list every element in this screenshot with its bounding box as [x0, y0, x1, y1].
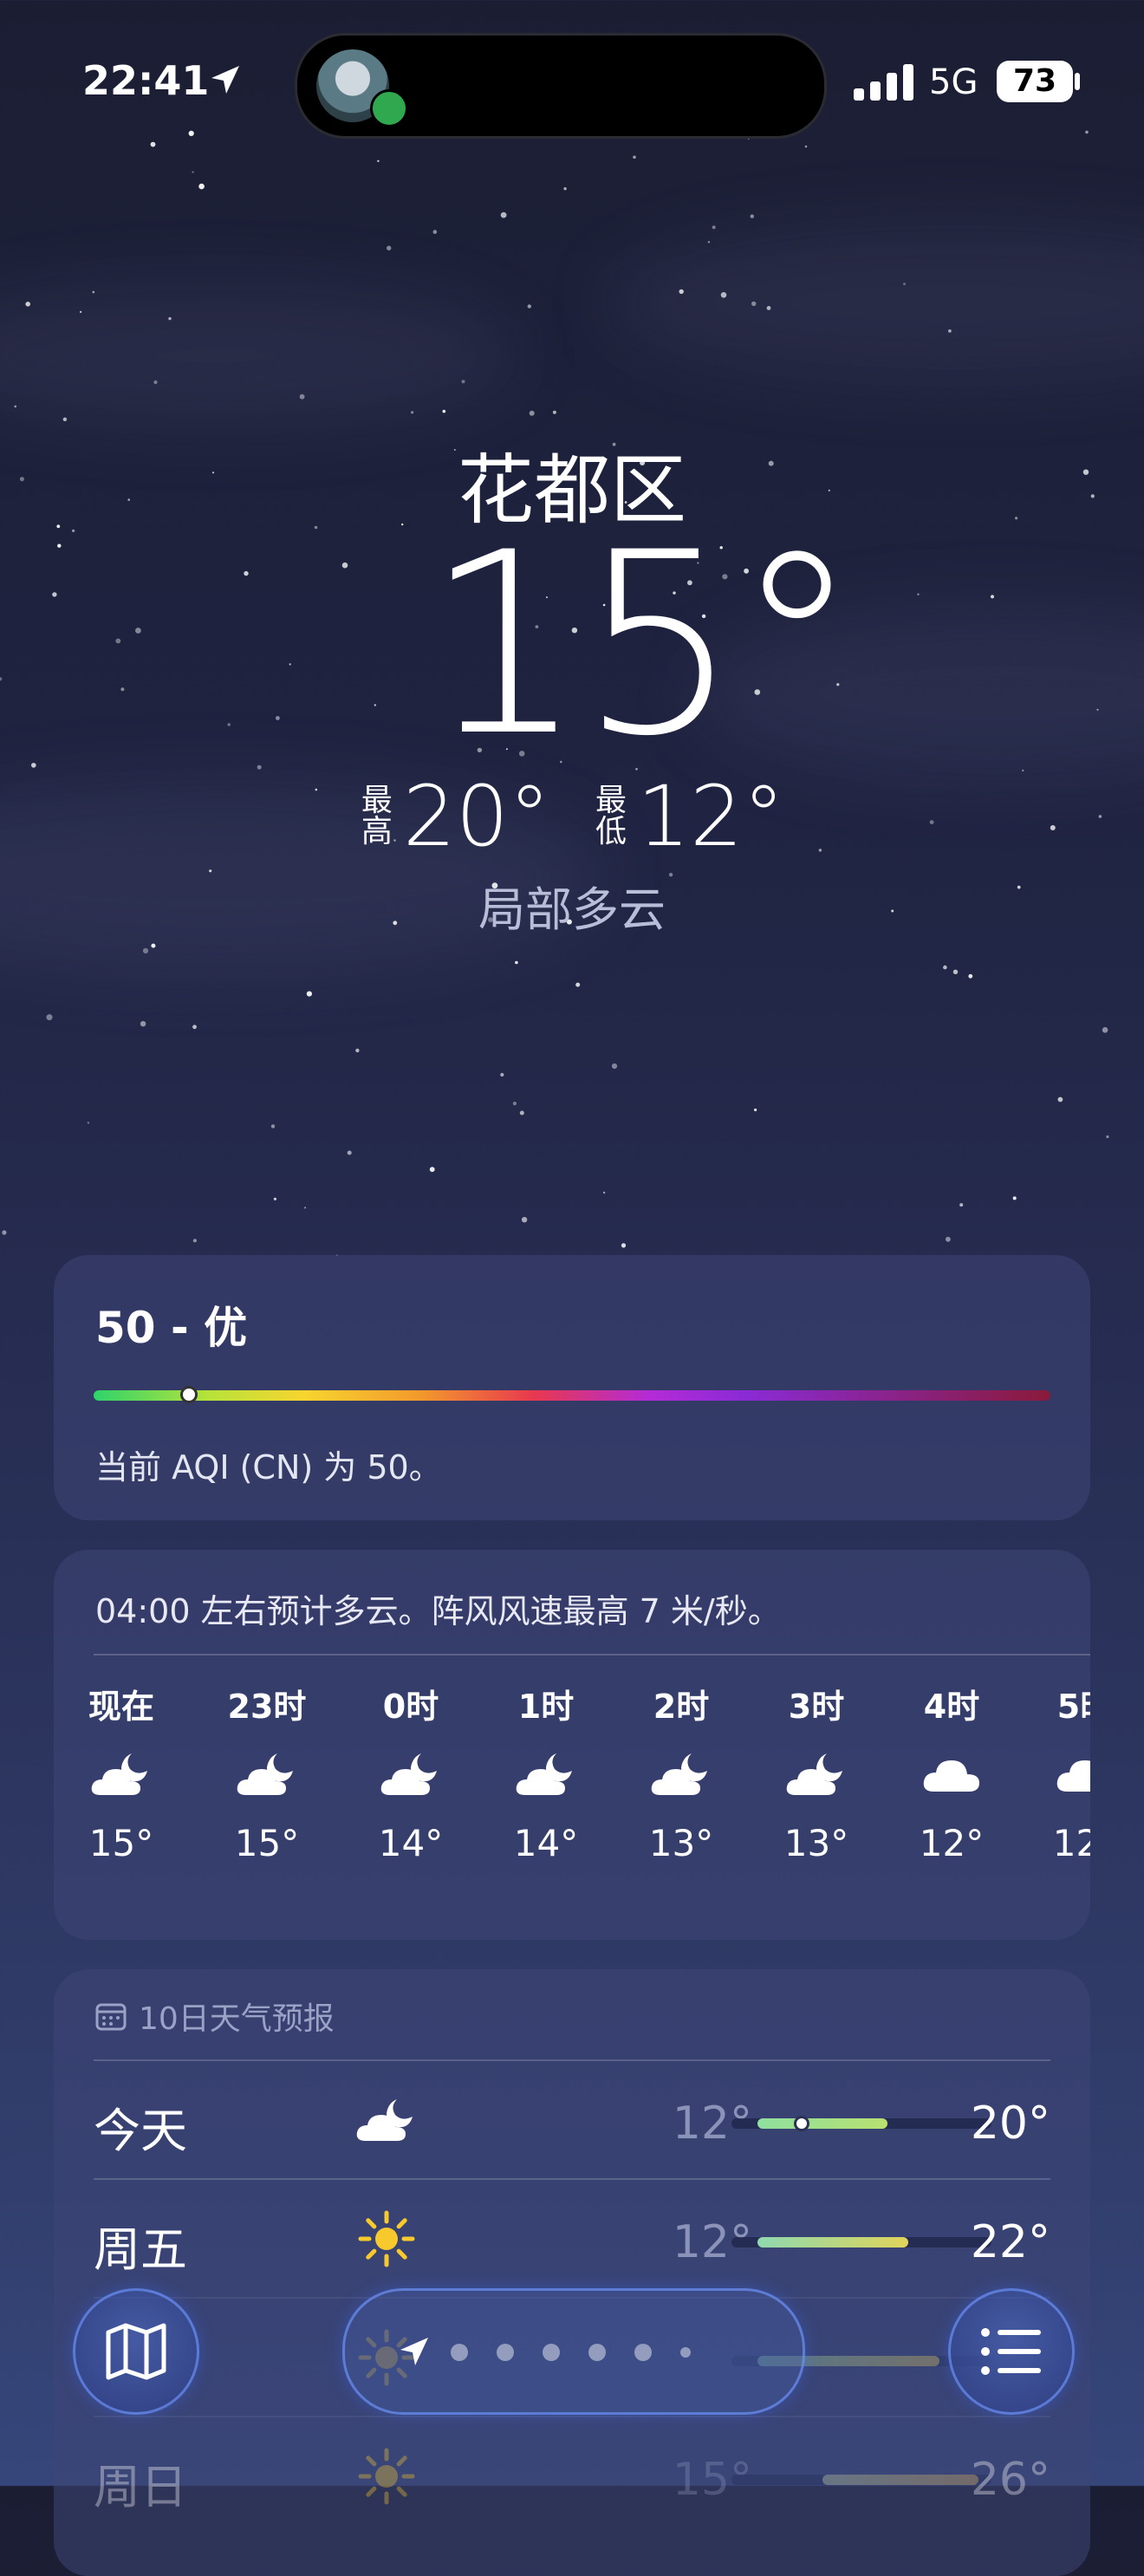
hour-label: 23时 — [227, 1688, 307, 1726]
city-list-button[interactable] — [948, 2288, 1075, 2415]
sun-icon — [358, 2210, 415, 2267]
location-arrow-icon — [211, 66, 239, 94]
temperature-range-bar — [731, 2237, 991, 2247]
hour-item: 4时 12° — [884, 1680, 1019, 1864]
live-activity-badge-icon — [370, 89, 408, 127]
hourly-summary: 04:00 左右预计多云。阵风风速最高 7 米/秒。 — [95, 1592, 781, 1630]
high-low: 最高 20° 最低 12° — [0, 768, 1144, 865]
day-name: 周五 — [94, 2222, 187, 2277]
list-icon — [981, 2328, 1041, 2375]
hour-item: 23时 15° — [199, 1680, 335, 1864]
map-icon — [106, 2323, 166, 2380]
high-label: 最高 — [361, 783, 393, 849]
hour-label: 5时 — [1056, 1688, 1090, 1726]
temperature-range-fill — [757, 2237, 908, 2247]
dynamic-island[interactable] — [295, 33, 827, 139]
cloud-icon — [1056, 1760, 1090, 1792]
forecast-day-row[interactable]: 周日 15° 26° — [94, 2416, 1050, 2535]
page-dot[interactable] — [634, 2344, 652, 2361]
hour-label: 现在 — [88, 1688, 154, 1726]
page-indicator[interactable] — [342, 2288, 805, 2415]
day-name: 周日 — [94, 2460, 187, 2514]
aqi-indicator — [180, 1386, 198, 1403]
network-type: 5G — [929, 62, 978, 102]
day-low: 15° — [672, 2454, 752, 2506]
low-label: 最低 — [595, 783, 627, 849]
aqi-scale-bar — [94, 1386, 1050, 1403]
ten-day-forecast-card[interactable]: 10日天气预报 今天 12° 20° 周五 12° 22° 周日 15° 26° — [54, 1969, 1090, 2576]
cloud-moon-icon — [516, 1753, 572, 1795]
hour-label: 3时 — [788, 1688, 845, 1726]
temperature-range-fill — [757, 2118, 887, 2129]
temperature-range-bar — [731, 2116, 991, 2131]
day-high: 26° — [970, 2454, 1050, 2506]
cloud-moon-icon — [651, 1753, 707, 1795]
forecast-day-row[interactable]: 今天 12° 20° — [94, 2059, 1050, 2179]
hour-temperature: 14° — [513, 1822, 579, 1864]
hour-label: 4时 — [923, 1688, 980, 1726]
cloud-moon-icon — [380, 1753, 437, 1795]
hour-temperature: 15° — [234, 1822, 300, 1864]
calendar-icon — [95, 2003, 127, 2031]
page-dot[interactable] — [588, 2344, 606, 2361]
cloud-moon-icon — [91, 1753, 147, 1795]
current-location-page-icon — [400, 2338, 428, 2365]
day-name: 今天 — [94, 2104, 187, 2158]
hour-temperature: 15° — [88, 1822, 154, 1864]
battery-icon — [1075, 73, 1080, 90]
hour-item: 3时 13° — [749, 1680, 884, 1864]
aqi-description: 当前 AQI (CN) 为 50。 — [95, 1448, 442, 1486]
map-button[interactable] — [73, 2288, 199, 2415]
status-time: 22:41 — [82, 57, 210, 104]
day-high: 22° — [970, 2216, 1050, 2268]
day-high: 20° — [970, 2098, 1050, 2150]
day-low: 12° — [672, 2216, 752, 2268]
hourly-forecast-card[interactable]: 04:00 左右预计多云。阵风风速最高 7 米/秒。 现在 15° 23时 15°… — [54, 1550, 1090, 1940]
page-dot[interactable] — [497, 2344, 514, 2361]
cellular-signal-icon — [854, 64, 913, 101]
hour-label: 2时 — [653, 1688, 710, 1726]
weather-condition: 局部多云 — [478, 882, 666, 937]
low-temperature: 12° — [637, 768, 785, 865]
current-temperature: 15° — [425, 499, 860, 791]
hour-temperature: 14° — [378, 1822, 444, 1864]
hour-item: 1时 14° — [478, 1680, 614, 1864]
sun-icon — [358, 2448, 415, 2505]
divider — [94, 1654, 1090, 1656]
hour-label: 0时 — [382, 1688, 439, 1726]
air-quality-card[interactable]: 50 - 优 当前 AQI (CN) 为 50。 — [54, 1255, 1090, 1520]
temperature-range-fill — [822, 2475, 978, 2485]
temperature-range-bar — [731, 2475, 991, 2485]
hour-item: 现在 15° — [54, 1680, 189, 1864]
hour-temperature: 12° — [919, 1822, 985, 1864]
hour-temperature: 13° — [648, 1822, 714, 1864]
hour-temperature: 12° — [1052, 1822, 1090, 1864]
battery-level: 73 — [997, 61, 1073, 102]
day-low: 12° — [672, 2098, 752, 2150]
hour-label: 1时 — [517, 1688, 575, 1726]
cloud-moon-icon — [356, 2099, 413, 2141]
hour-temperature: 13° — [783, 1822, 849, 1864]
cloud-moon-icon — [786, 1753, 842, 1795]
cloud-moon-icon — [237, 1753, 293, 1795]
page-dot[interactable] — [451, 2344, 468, 2361]
ten-day-header: 10日天气预报 — [95, 1994, 335, 2039]
page-dot[interactable] — [543, 2344, 560, 2361]
hour-item: 5时 12° — [1017, 1680, 1090, 1864]
hour-item: 0时 14° — [343, 1680, 478, 1864]
cloud-icon — [923, 1760, 979, 1792]
current-temp-marker — [794, 2116, 809, 2131]
forecast-day-row[interactable]: 周五 12° 22° — [94, 2178, 1050, 2298]
hour-item: 2时 13° — [614, 1680, 749, 1864]
page-dot[interactable] — [680, 2347, 691, 2358]
ten-day-title: 10日天气预报 — [139, 2001, 335, 2037]
high-temperature: 20° — [402, 768, 550, 865]
aqi-title: 50 - 优 — [95, 1303, 248, 1353]
